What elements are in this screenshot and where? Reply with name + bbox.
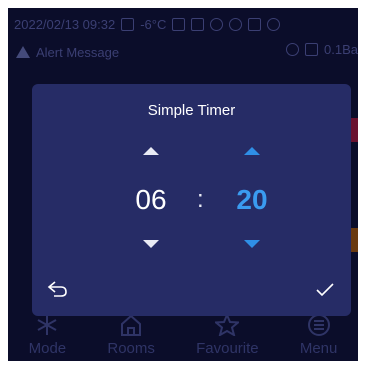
nav-label-rooms: Rooms — [107, 340, 155, 357]
nav-item-favourite[interactable]: Favourite — [196, 314, 259, 357]
nav-label-mode: Mode — [28, 340, 67, 357]
status-icon-3 — [210, 17, 224, 31]
thermostat-icon — [121, 17, 135, 31]
minutes-increment-button[interactable] — [244, 147, 260, 155]
warning-icon — [16, 46, 30, 58]
check-icon[interactable] — [315, 282, 335, 298]
nav-label-menu: Menu — [299, 340, 338, 357]
hours-decrement-button[interactable] — [143, 240, 159, 248]
status-icon-6 — [267, 17, 281, 31]
nav-label-favourite: Favourite — [196, 340, 259, 357]
gauge-icon — [305, 43, 319, 56]
status-icon-1 — [172, 17, 186, 31]
alert-right-group: 0.1Ba — [286, 42, 358, 57]
dialog-title: Simple Timer — [147, 102, 236, 119]
alert-message: Alert Message — [36, 44, 120, 60]
time-separator: : — [197, 186, 204, 213]
house-icon — [121, 314, 142, 336]
filter-icon — [286, 43, 300, 56]
minutes-value[interactable]: 20 — [222, 184, 282, 216]
datetime-text: 2022/02/13 09:32 — [14, 16, 116, 32]
nav-item-mode[interactable]: Mode — [28, 314, 67, 357]
status-icon-5 — [248, 17, 262, 31]
status-bar: 2022/02/13 09:32 -6°C — [14, 14, 358, 34]
minutes-decrement-button[interactable] — [244, 240, 260, 248]
snowflake-icon — [37, 315, 57, 335]
hours-increment-button[interactable] — [143, 147, 159, 155]
temperature-text: -6°C — [140, 16, 167, 32]
star-icon — [215, 314, 240, 336]
alert-row: Alert Message 0.1Ba — [16, 42, 358, 62]
nav-item-rooms[interactable]: Rooms — [107, 314, 155, 357]
nav-item-menu[interactable]: Menu — [299, 314, 338, 357]
return-arrow-icon[interactable] — [46, 280, 68, 298]
menu-icon — [307, 314, 330, 336]
simple-timer-dialog: Simple Timer 06 : 20 — [32, 84, 351, 316]
hours-value[interactable]: 06 — [121, 184, 181, 216]
status-icon-4 — [229, 17, 243, 31]
pressure-reading: 0.1Ba — [324, 42, 358, 57]
status-icon-2 — [191, 17, 205, 31]
device-screen: 2022/02/13 09:32 -6°C Alert Message 0.1B… — [8, 8, 358, 361]
